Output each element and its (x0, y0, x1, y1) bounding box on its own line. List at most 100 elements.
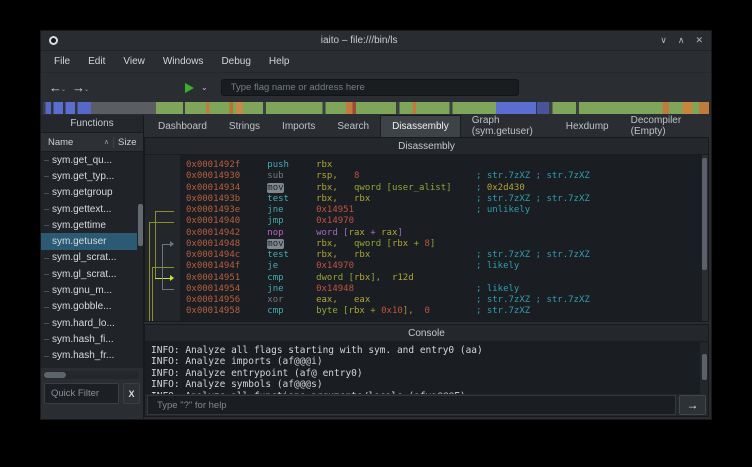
function-item[interactable]: sym.get_typ... (41, 168, 137, 184)
function-item[interactable]: sym.gnu_m... (41, 282, 137, 298)
tab-graph-sym-getuser[interactable]: Graph (sym.getuser) (461, 115, 555, 137)
flag-search-input[interactable] (221, 79, 519, 96)
disassembly-comment: ; likely (476, 261, 519, 272)
column-header-size[interactable]: Size (113, 137, 143, 148)
window-title: iaito – file:///bin/ls (64, 35, 654, 46)
app-logo-icon (49, 36, 58, 45)
jump-arrow-jmp (149, 222, 174, 223)
disassembly-panel: Disassembly (144, 137, 709, 322)
menu-file[interactable]: File (45, 53, 79, 70)
console-command-row: → (145, 394, 708, 416)
function-item[interactable]: sym.hash_fr... (41, 348, 137, 364)
functions-vertical-scrollbar[interactable] (138, 204, 143, 246)
console-line: INFO: Analyze all flags starting with sy… (151, 345, 696, 356)
function-item[interactable]: sym.hard_lo... (41, 315, 137, 331)
function-item[interactable]: sym.gl_scrat... (41, 250, 137, 266)
tab-search[interactable]: Search (326, 115, 380, 137)
console-line: INFO: Analyze entrypoint (af@ entry0) (151, 368, 696, 379)
disassembly-comment: ; str.7zXZ ; str.7zXZ (476, 295, 590, 306)
functions-column-headers: Name ∧ Size (41, 133, 143, 152)
tab-imports[interactable]: Imports (271, 115, 326, 137)
disassembly-line[interactable]: 0x00014958 cmp byte [rbx + 0x10], 0; str… (186, 306, 701, 317)
tab-disassembly[interactable]: Disassembly (380, 115, 461, 137)
tab-decompiler-empty[interactable]: Decompiler (Empty) (620, 115, 711, 137)
functions-list: sym.get_qu...sym.get_typ...sym.getgroups… (41, 152, 143, 368)
console-submit-button[interactable]: → (679, 395, 706, 415)
disassembly-line[interactable]: 0x0001493b test rbx, rbx; str.7zXZ ; str… (186, 194, 701, 205)
disassembly-line[interactable]: 0x0001494f je 0x14970; likely (186, 261, 701, 272)
console-command-input[interactable] (147, 395, 676, 415)
function-item[interactable]: sym.gettime (41, 217, 137, 233)
disassembly-line[interactable]: 0x00014948 mov rbx, qword [rbx + 8] (186, 239, 701, 250)
jump-arrow-jne-down (155, 211, 156, 279)
maximize-button[interactable]: ∧ (678, 35, 685, 46)
disassembly-line[interactable]: 0x00014930 sub rsp, 8; str.7zXZ ; str.7z… (186, 171, 701, 182)
console-scrollbar[interactable] (700, 342, 708, 394)
quick-filter-input[interactable] (44, 383, 119, 404)
console-output[interactable]: INFO: Analyze all flags starting with sy… (145, 342, 708, 394)
minimize-button[interactable]: ∨ (660, 35, 667, 46)
function-item[interactable]: sym.gobble... (41, 299, 137, 315)
disassembly-line[interactable]: 0x00014954 jne 0x14948; likely (186, 284, 701, 295)
jump-arrowhead-target-icon (170, 275, 174, 281)
close-button[interactable]: ✕ (695, 35, 703, 46)
disassembly-panel-header[interactable]: Disassembly (145, 138, 708, 155)
quick-filter-row: X (41, 379, 143, 405)
tab-strings[interactable]: Strings (218, 115, 271, 137)
console-line: INFO: Analyze symbols (af@@@s) (151, 379, 696, 390)
function-item[interactable]: sym.get_qu... (41, 152, 137, 168)
jump-arrow-je (152, 267, 153, 321)
jump-arrow-jmp (149, 222, 150, 321)
scrollbar-thumb[interactable] (702, 354, 707, 380)
disassembly-comment: ; str.7zXZ ; str.7zXZ (476, 194, 590, 205)
function-item[interactable]: sym.gettext... (41, 201, 137, 217)
tab-bar: DashboardStringsImportsSearchDisassembly… (144, 115, 711, 137)
functions-panel-title: Functions (41, 115, 143, 133)
content-area: DashboardStringsImportsSearchDisassembly… (144, 115, 711, 419)
tab-hexdump[interactable]: Hexdump (555, 115, 620, 137)
disassembly-listing[interactable]: 0x0001492f push rbx0x00014930 sub rsp, 8… (180, 155, 701, 321)
disassembly-line[interactable]: 0x00014956 xor eax, eax; str.7zXZ ; str.… (186, 295, 701, 306)
disassembly-comment: ; unlikely (476, 205, 530, 216)
scrollbar-thumb[interactable] (44, 372, 66, 378)
play-dropdown-icon[interactable]: ⌄ (201, 83, 208, 92)
back-dropdown-icon: ⌄ (61, 84, 66, 97)
console-panel-header[interactable]: Console (145, 325, 708, 342)
disassembly-line[interactable]: 0x00014951 cmp dword [rbx], r12d (186, 273, 701, 284)
jump-arrow-jne-up (162, 244, 163, 290)
tab-dashboard[interactable]: Dashboard (147, 115, 218, 137)
disassembly-view[interactable]: 0x0001492f push rbx0x00014930 sub rsp, 8… (145, 155, 708, 321)
disassembly-line[interactable]: 0x00014940 jmp 0x14970 (186, 216, 701, 227)
disassembly-scrollbar[interactable] (701, 155, 708, 321)
disassembly-line[interactable]: 0x0001493e jne 0x14951; unlikely (186, 205, 701, 216)
menu-help[interactable]: Help (260, 53, 299, 70)
disassembly-line[interactable]: 0x00014942 nop word [rax + rax] (186, 228, 701, 239)
menu-debug[interactable]: Debug (212, 53, 259, 70)
function-item[interactable]: sym.hash_fi... (41, 331, 137, 347)
function-item[interactable]: sym.getuser (41, 233, 137, 249)
functions-horizontal-scrollbar[interactable] (43, 371, 139, 379)
forward-button[interactable]: →⌄ (72, 81, 85, 94)
memory-map-bar[interactable] (43, 102, 709, 114)
disassembly-comment: ; 0x2d430 (476, 183, 525, 194)
back-button[interactable]: ←⌄ (49, 81, 62, 94)
menu-edit[interactable]: Edit (79, 53, 114, 70)
disassembly-comment: ; likely (476, 284, 519, 295)
menu-view[interactable]: View (114, 53, 154, 70)
console-line: INFO: Analyze imports (af@@@i) (151, 356, 696, 367)
disassembly-line[interactable]: 0x0001494c test rbx, rbx; str.7zXZ ; str… (186, 250, 701, 261)
clear-filter-button[interactable]: X (123, 383, 140, 404)
function-item[interactable]: sym.getgroup (41, 185, 137, 201)
main-area: Functions Name ∧ Size sym.get_qu...sym.g… (41, 115, 711, 419)
menu-bar: FileEditViewWindowsDebugHelp (41, 51, 711, 73)
function-item[interactable]: sym.gl_scrat... (41, 266, 137, 282)
scrollbar-thumb[interactable] (702, 158, 707, 270)
debug-play-icon[interactable] (185, 83, 194, 93)
title-bar[interactable]: iaito – file:///bin/ls ∨ ∧ ✕ (41, 31, 711, 51)
disassembly-line[interactable]: 0x00014934 mov rbx, qword [user_alist]; … (186, 183, 701, 194)
disassembly-line[interactable]: 0x0001492f push rbx (186, 160, 701, 171)
screenshot-stage: iaito – file:///bin/ls ∨ ∧ ✕ FileEditVie… (0, 0, 752, 467)
column-header-name[interactable]: Name ∧ (41, 137, 113, 148)
arrow-right-icon: → (687, 398, 699, 412)
menu-windows[interactable]: Windows (154, 53, 213, 70)
